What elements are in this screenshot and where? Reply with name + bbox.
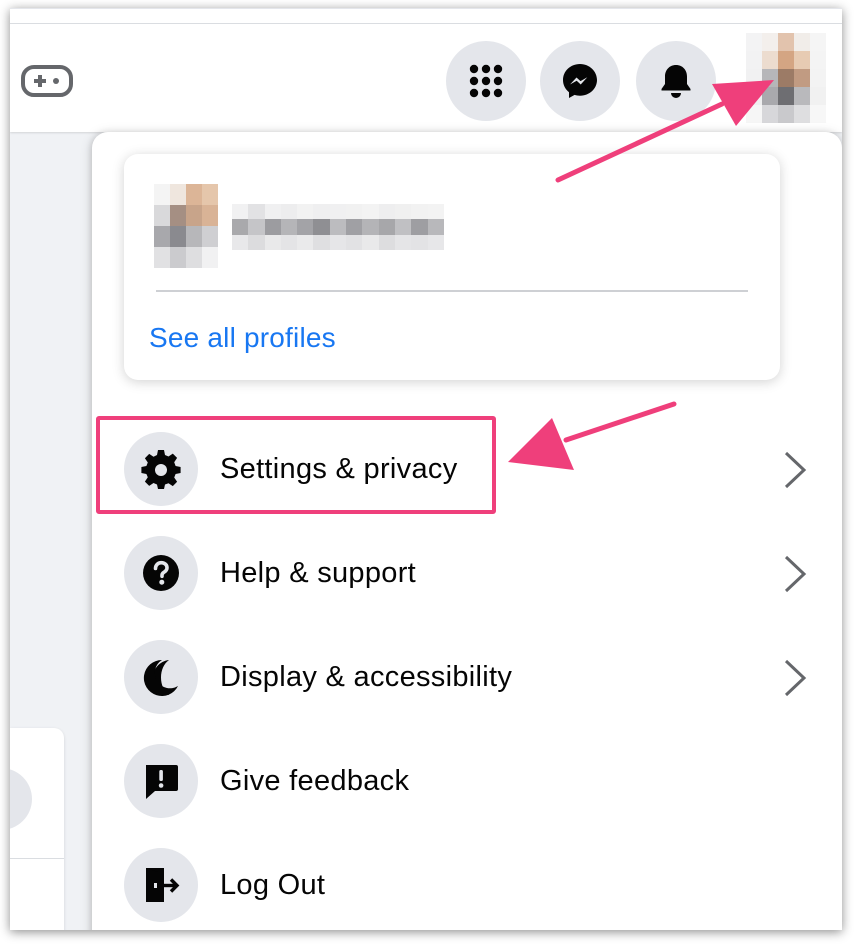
logout-icon: [146, 868, 180, 902]
bell-icon: [661, 65, 691, 98]
profile-card[interactable]: See all profiles: [124, 154, 780, 380]
top-navigation-bar: [10, 8, 842, 132]
see-all-profiles-link[interactable]: See all profiles: [149, 322, 336, 354]
menu-grid-button[interactable]: [446, 41, 526, 121]
profile-avatar: [154, 184, 218, 268]
profile-name: [232, 204, 444, 250]
menu-item-label: Give feedback: [220, 764, 410, 797]
help-icon-circle: [124, 536, 198, 610]
background-divider: [10, 858, 64, 859]
display-icon-circle: [124, 640, 198, 714]
feedback-icon-circle: [124, 744, 198, 818]
chevron-right-icon: [784, 451, 807, 489]
notifications-button[interactable]: [636, 41, 716, 121]
menu-item-help-support[interactable]: Help & support: [124, 524, 807, 622]
feedback-icon: [146, 765, 178, 799]
messenger-icon: [563, 64, 597, 98]
profile-divider: [156, 290, 748, 292]
menu-item-display-accessibility[interactable]: Display & accessibility: [124, 628, 807, 726]
menu-item-label: Display & accessibility: [220, 660, 513, 693]
logout-icon-circle: [124, 848, 198, 922]
account-avatar[interactable]: [746, 33, 826, 123]
question-icon: [143, 555, 179, 591]
annotation-highlight-box: [96, 416, 496, 514]
messenger-button[interactable]: [540, 41, 620, 121]
menu-item-label: Help & support: [220, 556, 417, 589]
account-dropdown-menu: See all profiles Settings & privacy Help…: [92, 132, 842, 930]
background-card: [10, 728, 64, 930]
menu-item-label: Log Out: [220, 868, 326, 901]
background-avatar: [10, 768, 32, 830]
menu-item-log-out[interactable]: Log Out: [124, 836, 804, 930]
chevron-right-icon: [784, 555, 807, 593]
browser-divider: [10, 23, 842, 24]
chevron-right-icon: [784, 659, 807, 697]
menu-grid-icon: [469, 64, 503, 98]
gaming-icon[interactable]: [20, 63, 74, 99]
moon-icon: [143, 659, 178, 696]
menu-item-give-feedback[interactable]: Give feedback: [124, 732, 804, 830]
